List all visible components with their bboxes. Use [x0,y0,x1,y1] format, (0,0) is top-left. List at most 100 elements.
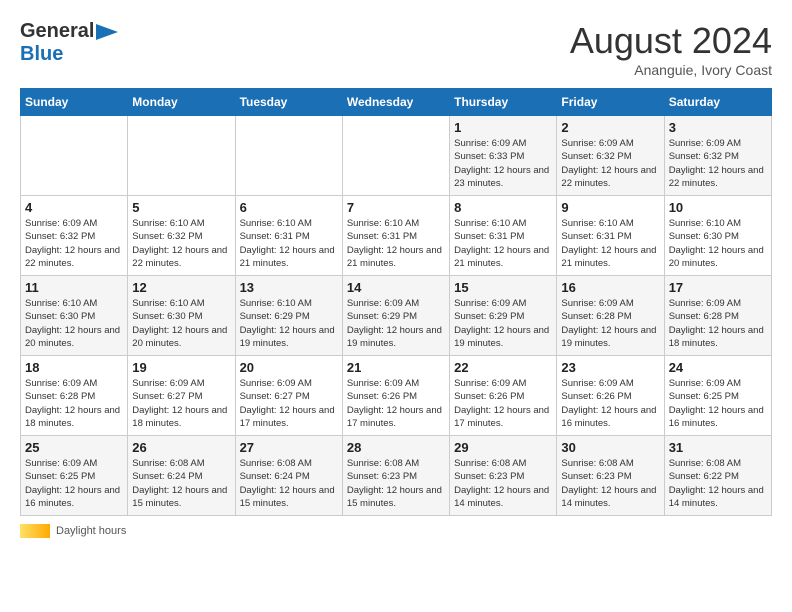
day-info: Sunrise: 6:09 AM Sunset: 6:32 PM Dayligh… [561,137,659,190]
day-number: 1 [454,120,552,135]
calendar-week-row: 4 Sunrise: 6:09 AM Sunset: 6:32 PM Daylig… [21,196,772,276]
day-info: Sunrise: 6:08 AM Sunset: 6:24 PM Dayligh… [240,457,338,510]
calendar-cell: 8Sunrise: 6:10 AM Sunset: 6:31 PM Daylig… [450,196,557,276]
calendar-cell: 25 Sunrise: 6:09 AM Sunset: 6:25 PM Dayli… [21,436,128,516]
day-number: 4 [25,200,123,215]
day-number: 12 [132,280,230,295]
day-info: Sunrise: 6:08 AM Sunset: 6:23 PM Dayligh… [561,457,659,510]
day-of-week-header: Wednesday [342,89,449,116]
calendar-cell: 10 Sunrise: 6:10 AM Sunset: 6:30 PM Dayli… [664,196,771,276]
legend: Daylight hours [20,524,772,538]
day-info: Sunrise: 6:08 AM Sunset: 6:24 PM Dayligh… [132,457,230,510]
calendar-cell: 26 Sunrise: 6:08 AM Sunset: 6:24 PM Dayli… [128,436,235,516]
calendar-cell: 16 Sunrise: 6:09 AM Sunset: 6:28 PM Dayli… [557,276,664,356]
calendar-cell: 22 Sunrise: 6:09 AM Sunset: 6:26 PM Dayli… [450,356,557,436]
day-number: 13 [240,280,338,295]
calendar-cell: 19 Sunrise: 6:09 AM Sunset: 6:27 PM Dayli… [128,356,235,436]
logo-general-text: General [20,20,94,43]
calendar-cell: 15Sunrise: 6:09 AM Sunset: 6:29 PM Dayli… [450,276,557,356]
day-number: 15 [454,280,552,295]
day-number: 31 [669,440,767,455]
day-info: Sunrise: 6:10 AM Sunset: 6:30 PM Dayligh… [132,297,230,350]
calendar-body: 1 Sunrise: 6:09 AM Sunset: 6:33 PM Daylig… [21,116,772,516]
calendar-cell: 18 Sunrise: 6:09 AM Sunset: 6:28 PM Dayli… [21,356,128,436]
day-number: 3 [669,120,767,135]
page-header: General Blue August 2024 Ananguie, Ivory… [20,20,772,78]
calendar-week-row: 1 Sunrise: 6:09 AM Sunset: 6:33 PM Daylig… [21,116,772,196]
calendar-cell: 13 Sunrise: 6:10 AM Sunset: 6:29 PM Dayli… [235,276,342,356]
calendar-cell: 23 Sunrise: 6:09 AM Sunset: 6:26 PM Dayli… [557,356,664,436]
calendar-cell: 1 Sunrise: 6:09 AM Sunset: 6:33 PM Daylig… [450,116,557,196]
day-info: Sunrise: 6:09 AM Sunset: 6:28 PM Dayligh… [561,297,659,350]
day-number: 28 [347,440,445,455]
calendar-cell: 2 Sunrise: 6:09 AM Sunset: 6:32 PM Daylig… [557,116,664,196]
day-of-week-row: SundayMondayTuesdayWednesdayThursdayFrid… [21,89,772,116]
calendar-cell [128,116,235,196]
day-number: 20 [240,360,338,375]
calendar-cell [235,116,342,196]
calendar-cell: 20 Sunrise: 6:09 AM Sunset: 6:27 PM Dayli… [235,356,342,436]
calendar-cell [21,116,128,196]
title-block: August 2024 Ananguie, Ivory Coast [570,20,772,78]
day-number: 21 [347,360,445,375]
legend-label: Daylight hours [56,525,126,537]
day-number: 10 [669,200,767,215]
day-of-week-header: Tuesday [235,89,342,116]
day-number: 9 [561,200,659,215]
day-number: 14 [347,280,445,295]
day-number: 23 [561,360,659,375]
day-info: Sunrise: 6:09 AM Sunset: 6:32 PM Dayligh… [669,137,767,190]
day-number: 26 [132,440,230,455]
day-number: 2 [561,120,659,135]
day-info: Sunrise: 6:09 AM Sunset: 6:26 PM Dayligh… [454,377,552,430]
calendar-week-row: 11 Sunrise: 6:10 AM Sunset: 6:30 PM Dayli… [21,276,772,356]
calendar-cell: 30 Sunrise: 6:08 AM Sunset: 6:23 PM Dayli… [557,436,664,516]
calendar-table: SundayMondayTuesdayWednesdayThursdayFrid… [20,88,772,516]
day-number: 17 [669,280,767,295]
logo-blue-text: Blue [20,43,63,66]
day-number: 30 [561,440,659,455]
day-number: 19 [132,360,230,375]
calendar-week-row: 25 Sunrise: 6:09 AM Sunset: 6:25 PM Dayli… [21,436,772,516]
day-info: Sunrise: 6:09 AM Sunset: 6:33 PM Dayligh… [454,137,552,190]
day-info: Sunrise: 6:09 AM Sunset: 6:25 PM Dayligh… [25,457,123,510]
day-info: Sunrise: 6:09 AM Sunset: 6:28 PM Dayligh… [25,377,123,430]
calendar-cell: 29Sunrise: 6:08 AM Sunset: 6:23 PM Dayli… [450,436,557,516]
day-info: Sunrise: 6:10 AM Sunset: 6:30 PM Dayligh… [669,217,767,270]
logo-icon [96,24,118,40]
calendar-cell: 7Sunrise: 6:10 AM Sunset: 6:31 PM Daylig… [342,196,449,276]
day-number: 16 [561,280,659,295]
calendar-week-row: 18 Sunrise: 6:09 AM Sunset: 6:28 PM Dayli… [21,356,772,436]
day-info: Sunrise: 6:09 AM Sunset: 6:26 PM Dayligh… [561,377,659,430]
day-number: 11 [25,280,123,295]
day-number: 22 [454,360,552,375]
calendar-cell: 6 Sunrise: 6:10 AM Sunset: 6:31 PM Daylig… [235,196,342,276]
day-info: Sunrise: 6:10 AM Sunset: 6:31 PM Dayligh… [561,217,659,270]
day-info: Sunrise: 6:09 AM Sunset: 6:27 PM Dayligh… [132,377,230,430]
calendar-cell: 21Sunrise: 6:09 AM Sunset: 6:26 PM Dayli… [342,356,449,436]
calendar-cell [342,116,449,196]
day-of-week-header: Friday [557,89,664,116]
day-info: Sunrise: 6:09 AM Sunset: 6:25 PM Dayligh… [669,377,767,430]
day-of-week-header: Sunday [21,89,128,116]
calendar-cell: 4 Sunrise: 6:09 AM Sunset: 6:32 PM Daylig… [21,196,128,276]
day-info: Sunrise: 6:09 AM Sunset: 6:32 PM Dayligh… [25,217,123,270]
day-info: Sunrise: 6:08 AM Sunset: 6:22 PM Dayligh… [669,457,767,510]
calendar-cell: 17 Sunrise: 6:09 AM Sunset: 6:28 PM Dayli… [664,276,771,356]
day-of-week-header: Thursday [450,89,557,116]
day-info: Sunrise: 6:08 AM Sunset: 6:23 PM Dayligh… [347,457,445,510]
day-info: Sunrise: 6:09 AM Sunset: 6:28 PM Dayligh… [669,297,767,350]
day-number: 6 [240,200,338,215]
day-info: Sunrise: 6:08 AM Sunset: 6:23 PM Dayligh… [454,457,552,510]
day-number: 25 [25,440,123,455]
day-of-week-header: Monday [128,89,235,116]
day-info: Sunrise: 6:10 AM Sunset: 6:31 PM Dayligh… [347,217,445,270]
day-info: Sunrise: 6:10 AM Sunset: 6:29 PM Dayligh… [240,297,338,350]
day-number: 18 [25,360,123,375]
day-info: Sunrise: 6:10 AM Sunset: 6:32 PM Dayligh… [132,217,230,270]
day-number: 24 [669,360,767,375]
day-info: Sunrise: 6:09 AM Sunset: 6:27 PM Dayligh… [240,377,338,430]
day-info: Sunrise: 6:10 AM Sunset: 6:31 PM Dayligh… [240,217,338,270]
logo: General Blue [20,20,118,66]
calendar-cell: 3 Sunrise: 6:09 AM Sunset: 6:32 PM Daylig… [664,116,771,196]
